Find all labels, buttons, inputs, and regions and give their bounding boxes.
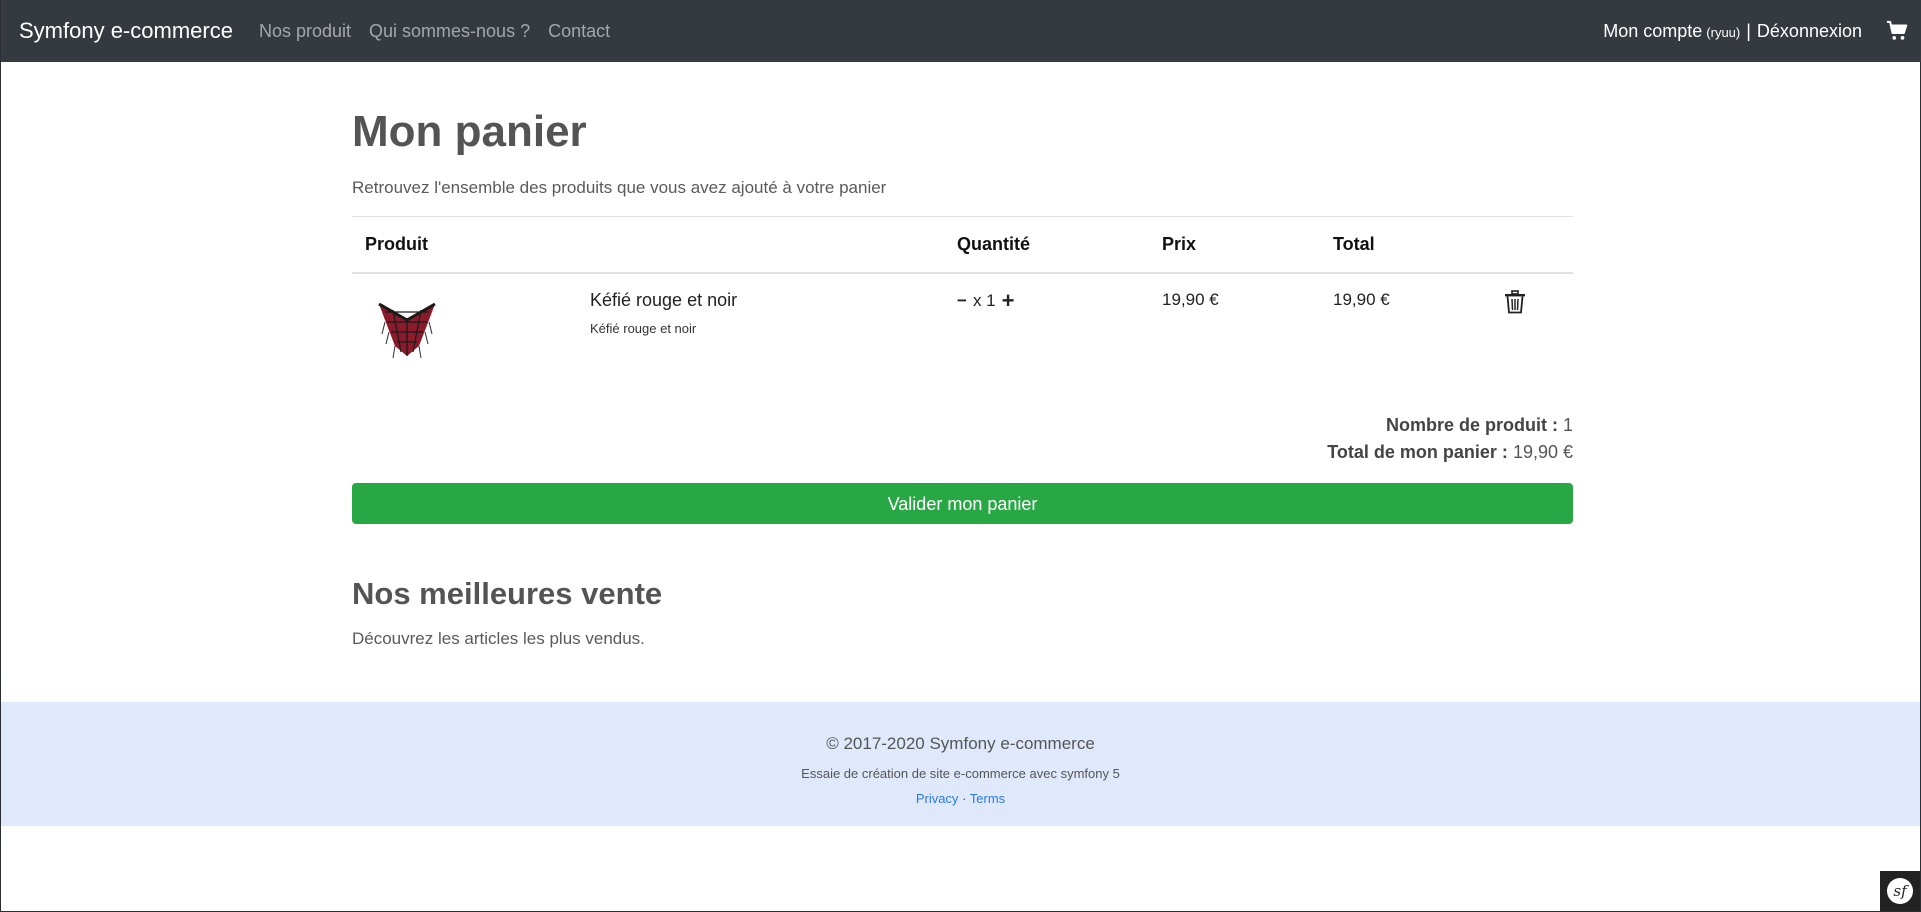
- header-product: Produit: [352, 216, 577, 274]
- cart-total-line: Total de mon panier : 19,90 €: [352, 439, 1573, 466]
- header-price: Prix: [1149, 216, 1320, 274]
- table-row: Kéfié rouge et noir Kéfié rouge et noir …: [352, 273, 1573, 378]
- footer-links: Privacy · Terms: [1, 791, 1920, 806]
- brand-link[interactable]: Symfony e-commerce: [19, 18, 233, 44]
- main-content: Mon panier Retrouvez l'ensemble des prod…: [352, 62, 1573, 649]
- footer-dot: ·: [962, 791, 967, 806]
- footer-description: Essaie de création de site e-commerce av…: [801, 766, 1120, 781]
- product-image-cell: [352, 273, 577, 378]
- product-count-line: Nombre de produit : 1: [352, 412, 1573, 439]
- quantity-stepper: − x 1 +: [957, 290, 1136, 312]
- shopping-cart-icon[interactable]: [1886, 20, 1908, 42]
- account-area: Mon compte (ryuu) | Déxonnexion: [1603, 20, 1921, 42]
- terms-link[interactable]: Terms: [970, 791, 1005, 806]
- footer-copyright: © 2017-2020 Symfony e-commerce: [826, 734, 1095, 753]
- cart-table: Produit Quantité Prix Total Kéfié rouge …: [352, 216, 1573, 378]
- quantity-cell: − x 1 +: [944, 273, 1149, 378]
- account-label: Mon compte: [1603, 20, 1703, 41]
- privacy-link[interactable]: Privacy: [916, 791, 959, 806]
- header-empty: [577, 216, 944, 274]
- symfony-toolbar-label: sf: [1887, 878, 1913, 904]
- increase-quantity-button[interactable]: +: [1002, 290, 1015, 312]
- table-header-row: Produit Quantité Prix Total: [352, 216, 1573, 274]
- nav-separator: |: [1746, 20, 1751, 41]
- header-total: Total: [1320, 216, 1491, 274]
- header-quantity: Quantité: [944, 216, 1149, 274]
- product-info-cell: Kéfié rouge et noir Kéfié rouge et noir: [577, 273, 944, 378]
- nav-links: Nos produit Qui sommes-nous ? Contact: [259, 21, 628, 42]
- nav-link-products[interactable]: Nos produit: [259, 21, 351, 42]
- account-username: (ryuu): [1706, 24, 1741, 40]
- product-name: Kéfié rouge et noir: [590, 290, 738, 310]
- cart-total-value: 19,90 €: [1512, 442, 1573, 462]
- best-sellers-title: Nos meilleures vente: [352, 576, 663, 611]
- product-image: [378, 302, 436, 359]
- cart-summary: Nombre de produit : 1 Total de mon panie…: [352, 412, 1573, 466]
- trash-icon[interactable]: [1504, 290, 1526, 314]
- validate-cart-button[interactable]: Valider mon panier: [352, 483, 1573, 524]
- actions-cell: [1491, 273, 1573, 378]
- decrease-quantity-button[interactable]: −: [957, 291, 967, 311]
- nav-link-about[interactable]: Qui sommes-nous ?: [369, 21, 530, 42]
- symfony-toolbar-icon[interactable]: sf: [1880, 871, 1920, 911]
- footer: © 2017-2020 Symfony e-commerce Essaie de…: [1, 702, 1920, 826]
- total-cell: 19,90 €: [1333, 290, 1390, 309]
- nav-link-contact[interactable]: Contact: [548, 21, 610, 42]
- page-subtitle: Retrouvez l'ensemble des produits que vo…: [352, 178, 887, 197]
- product-count-label: Nombre de produit :: [1385, 415, 1558, 435]
- header-actions: [1491, 216, 1573, 274]
- page-title: Mon panier: [352, 107, 587, 156]
- product-description: Kéfié rouge et noir: [590, 321, 697, 336]
- top-navbar: Symfony e-commerce Nos produit Qui somme…: [1, 0, 1921, 62]
- best-sellers-subtitle: Découvrez les articles les plus vendus.: [352, 629, 645, 648]
- product-count-value: 1: [1562, 415, 1573, 435]
- quantity-value: x 1: [972, 291, 996, 310]
- logout-link[interactable]: Déxonnexion: [1757, 21, 1862, 42]
- price-cell: 19,90 €: [1162, 290, 1219, 309]
- cart-total-label: Total de mon panier :: [1327, 442, 1508, 462]
- account-link[interactable]: Mon compte (ryuu): [1603, 21, 1740, 42]
